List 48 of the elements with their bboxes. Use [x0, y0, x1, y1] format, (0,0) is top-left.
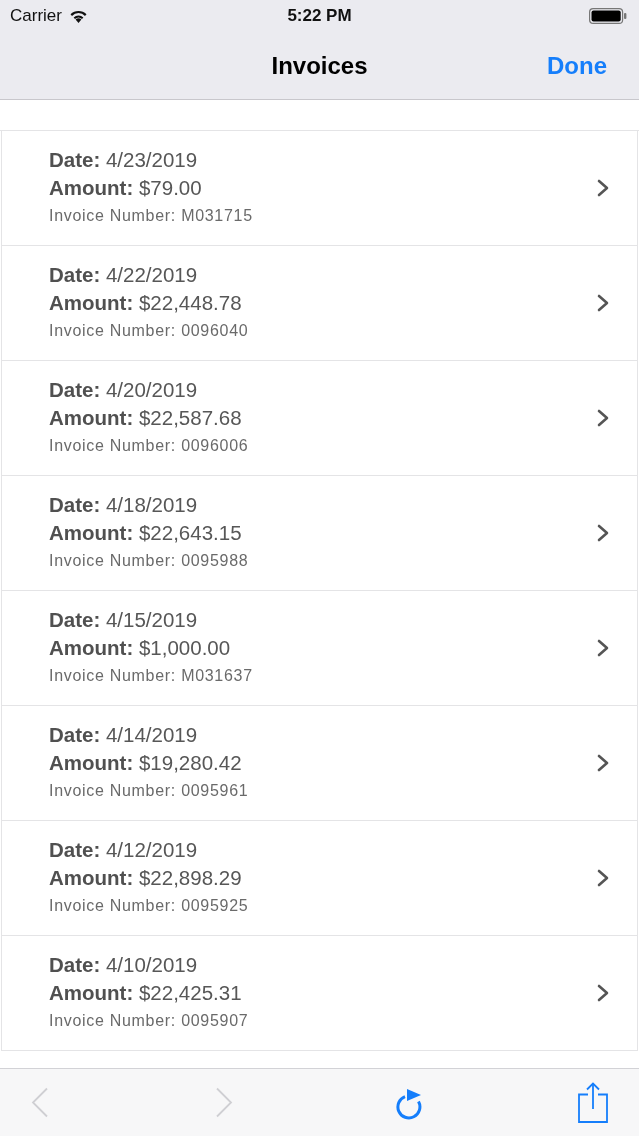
invoice-amount: Amount: $79.00 [49, 175, 203, 201]
invoice-amount: Amount: $22,587.68 [49, 405, 243, 431]
invoice-amount: Amount: $22,425.31 [49, 980, 243, 1006]
carrier-label: Carrier [10, 6, 62, 26]
chevron-left-icon [31, 1087, 49, 1118]
invoice-date: Date: 4/22/2019 [49, 262, 199, 288]
chevron-right-icon [597, 294, 609, 312]
invoice-date: Date: 4/20/2019 [49, 377, 199, 403]
invoice-number: Invoice Number: 0096006 [49, 436, 250, 456]
invoice-row[interactable]: Date: 4/22/2019 Amount: $22,448.78 Invoice Number: 0096040 [1, 246, 638, 361]
chevron-right-icon [597, 409, 609, 427]
invoice-row[interactable]: Date: 4/15/2019 Amount: $1,000.00 Invoice Number: M031637 [1, 591, 638, 706]
invoice-amount: Amount: $19,280.42 [49, 750, 243, 776]
wifi-icon [68, 9, 88, 23]
invoice-number: Invoice Number: 0095988 [49, 551, 250, 571]
chevron-right-icon [597, 639, 609, 657]
share-icon [578, 1082, 608, 1123]
invoice-row[interactable]: Date: 4/23/2019 Amount: $79.00 Invoice Number: M031715 [1, 131, 638, 246]
invoice-number: Invoice Number: 0096040 [49, 321, 250, 341]
invoice-date: Date: 4/14/2019 [49, 722, 199, 748]
invoice-date: Date: 4/18/2019 [49, 492, 199, 518]
invoice-row[interactable]: Date: 4/18/2019 Amount: $22,643.15 Invoice Number: 0095988 [1, 476, 638, 591]
invoice-date: Date: 4/23/2019 [49, 147, 199, 173]
invoice-number: Invoice Number: M031715 [49, 206, 254, 226]
invoice-row[interactable]: Date: 4/12/2019 Amount: $22,898.29 Invoice Number: 0095925 [1, 821, 638, 936]
invoice-date: Date: 4/15/2019 [49, 607, 199, 633]
invoice-row[interactable]: Date: 4/14/2019 Amount: $19,280.42 Invoice Number: 0095961 [1, 706, 638, 821]
invoice-amount: Amount: $22,643.15 [49, 520, 243, 546]
invoice-row[interactable]: Date: 4/20/2019 Amount: $22,587.68 Invoice Number: 0096006 [1, 361, 638, 476]
invoice-date: Date: 4/10/2019 [49, 952, 199, 978]
invoice-number: Invoice Number: 0095961 [49, 781, 250, 801]
chevron-right-icon [597, 524, 609, 542]
clock-time: 5:22 PM [287, 6, 352, 26]
invoice-number: Invoice Number: 0095907 [49, 1011, 250, 1031]
chevron-right-icon [215, 1087, 234, 1118]
invoice-number: Invoice Number: M031637 [49, 666, 254, 686]
battery-icon [589, 8, 627, 24]
chevron-right-icon [597, 179, 609, 197]
chevron-right-icon [597, 754, 609, 772]
invoice-row[interactable]: Date: 4/10/2019 Amount: $22,425.31 Invoice Number: 0095907 [1, 936, 638, 1051]
invoice-amount: Amount: $22,448.78 [49, 290, 243, 316]
invoice-number: Invoice Number: 0095925 [49, 896, 250, 916]
invoice-amount: Amount: $22,898.29 [49, 865, 243, 891]
chevron-right-icon [597, 869, 609, 887]
screen-title: Invoices [271, 51, 368, 80]
chevron-right-icon [597, 984, 609, 1002]
invoice-amount: Amount: $1,000.00 [49, 635, 232, 661]
invoice-date: Date: 4/12/2019 [49, 837, 199, 863]
